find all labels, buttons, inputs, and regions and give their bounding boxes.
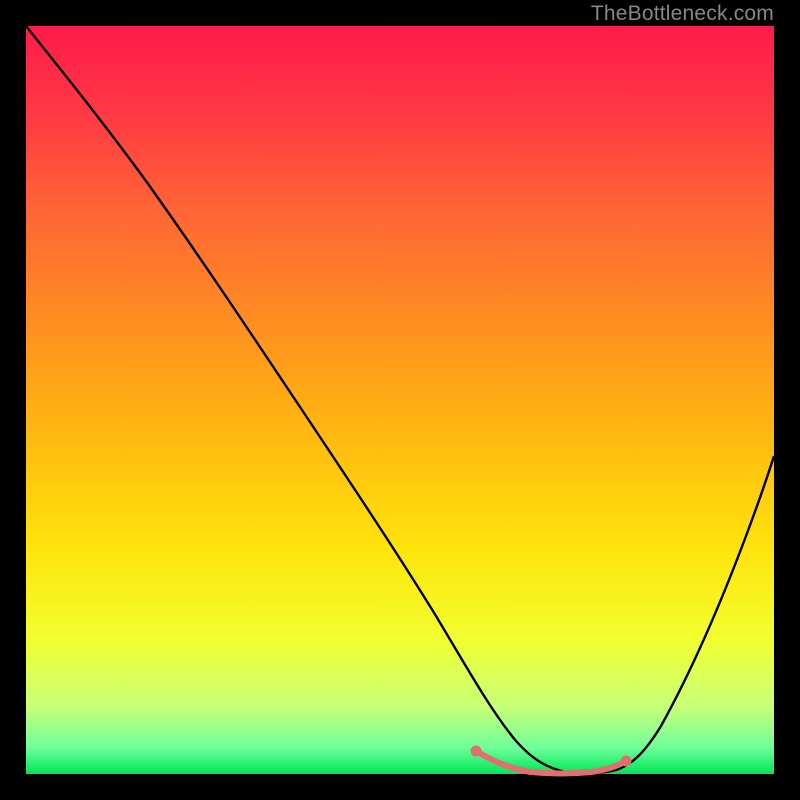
marker-start <box>471 746 482 757</box>
bottleneck-curve-path <box>26 26 774 773</box>
chart-plot-area <box>26 26 774 774</box>
chart-frame: TheBottleneck.com <box>26 26 774 774</box>
watermark-text: TheBottleneck.com <box>591 2 774 26</box>
marker-end <box>621 756 632 767</box>
highlighted-range-path <box>476 751 626 774</box>
